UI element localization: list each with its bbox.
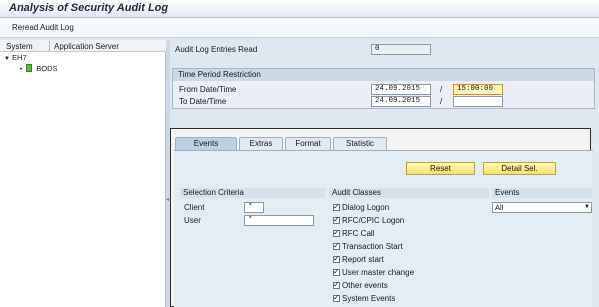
application-toolbar: Reread Audit Log <box>0 18 599 38</box>
checkbox[interactable] <box>333 241 340 250</box>
events-tab-content: Reset Detail Sel. Selection Criteria Aud… <box>174 150 593 307</box>
from-date-input[interactable]: 24.09.2015 <box>371 84 431 95</box>
chevron-down-icon[interactable]: ▼ <box>584 203 590 212</box>
tree-node-label: EH7 <box>12 53 27 62</box>
audit-class-rfc-cpic-logon[interactable]: RFC/CPIC Logon <box>333 215 404 225</box>
tree-node-label: BODS <box>36 64 58 73</box>
client-input[interactable]: * <box>244 202 264 213</box>
splitter-grip-icon[interactable]: ◂ <box>166 196 169 203</box>
tree-col-system[interactable]: System <box>6 42 33 51</box>
user-label: User <box>184 216 201 225</box>
tab-statistic[interactable]: Statistic <box>333 137 387 150</box>
from-datetime-label: From Date/Time <box>179 85 237 94</box>
tab-events[interactable]: Events <box>175 137 237 150</box>
checkbox[interactable] <box>333 293 340 302</box>
audit-class-dialog-logon[interactable]: Dialog Logon <box>333 202 389 212</box>
entries-read-field: 0 <box>371 44 431 55</box>
to-time-input[interactable] <box>453 96 503 107</box>
audit-class-rfc-call[interactable]: RFC Call <box>333 228 374 238</box>
column-separator <box>49 41 50 51</box>
title-bar: Analysis of Security Audit Log <box>0 0 599 18</box>
selection-criteria-header: Selection Criteria <box>180 188 325 198</box>
entries-label: Audit Log Entries Read <box>175 45 258 54</box>
events-select[interactable]: All ▼ <box>492 202 592 213</box>
checkbox[interactable] <box>333 228 340 237</box>
slash-separator: / <box>440 85 443 94</box>
checkbox[interactable] <box>333 280 340 289</box>
server-icon <box>26 64 33 72</box>
audit-class-other-events[interactable]: Other events <box>333 280 388 290</box>
user-input[interactable]: * <box>244 215 314 226</box>
checkbox[interactable] <box>333 202 340 211</box>
audit-class-report-start[interactable]: Report start <box>333 254 384 264</box>
tree-col-app-server[interactable]: Application Server <box>54 42 119 51</box>
time-period-title: Time Period Restriction <box>173 69 594 81</box>
reread-audit-log-button[interactable]: Reread Audit Log <box>12 23 74 32</box>
tree-node-eh7[interactable]: ▼ EH7 <box>4 53 27 62</box>
tab-format[interactable]: Format <box>285 137 331 150</box>
system-tree-pane: System Application Server ▼ EH7 • BODS <box>0 40 166 307</box>
tree-node-bods[interactable]: • BODS <box>20 64 58 73</box>
checkbox[interactable] <box>333 267 340 276</box>
from-time-input[interactable]: 15:00:00 <box>453 84 503 95</box>
audit-classes-header: Audit Classes <box>329 188 489 198</box>
checkbox[interactable] <box>333 254 340 263</box>
events-select-value: All <box>495 203 504 212</box>
detail-sel-button[interactable]: Detail Sel. <box>483 162 556 175</box>
audit-class-system-events[interactable]: System Events <box>333 293 395 303</box>
slash-separator: / <box>440 97 443 106</box>
to-datetime-label: To Date/Time <box>179 97 227 106</box>
bullet-icon: • <box>20 67 23 73</box>
tab-extras[interactable]: Extras <box>239 137 283 150</box>
reset-button[interactable]: Reset <box>406 162 475 175</box>
client-label: Client <box>184 203 205 212</box>
audit-class-transaction-start[interactable]: Transaction Start <box>333 241 403 251</box>
audit-class-user-master-change[interactable]: User master change <box>333 267 414 277</box>
to-date-input[interactable]: 24.09.2015 <box>371 96 431 107</box>
window-title: Analysis of Security Audit Log <box>9 2 169 14</box>
tree-header: System Application Server <box>0 40 166 52</box>
triangle-down-icon[interactable]: ▼ <box>4 56 10 62</box>
tab-strip-frame: Events Extras Format Statistic Reset Det… <box>170 128 593 307</box>
checkbox[interactable] <box>333 215 340 224</box>
events-header: Events <box>492 188 593 198</box>
